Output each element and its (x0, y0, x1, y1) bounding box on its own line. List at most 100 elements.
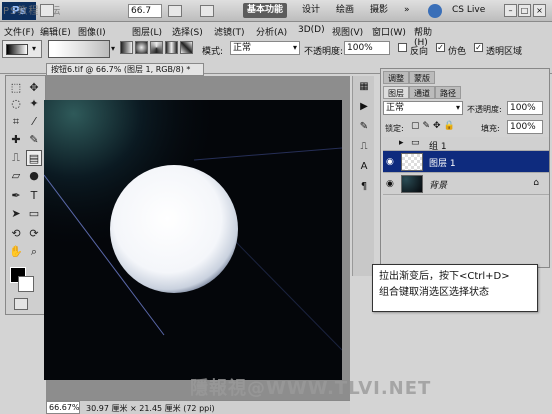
type-tool-icon[interactable]: T (26, 188, 42, 204)
cs-live-button[interactable]: CS Live (448, 3, 489, 18)
background-color-swatch[interactable] (18, 276, 34, 292)
canvas-artwork (44, 100, 342, 380)
workspace-design[interactable]: 设计 (298, 3, 324, 18)
expand-triangle-icon[interactable]: ▸ (399, 138, 404, 148)
document-tab[interactable]: 按钮6.tif @ 66.7% (图层 1, RGB/8) * (46, 63, 204, 76)
eye-icon[interactable] (386, 139, 396, 149)
healing-brush-tool-icon[interactable]: ✚ (8, 132, 24, 148)
zoom-tool-icon[interactable]: ⌕ (26, 244, 42, 260)
workspace-photography[interactable]: 摄影 (366, 3, 392, 18)
minimize-icon[interactable]: – (504, 4, 517, 17)
canvas[interactable] (44, 100, 342, 380)
paragraph-panel-icon[interactable]: ¶ (357, 180, 371, 194)
workspace-painting[interactable]: 绘画 (332, 3, 358, 18)
close-icon[interactable]: × (533, 4, 546, 17)
radial-gradient-icon[interactable] (135, 41, 148, 54)
arrange-documents-icon[interactable] (168, 5, 182, 17)
crop-tool-icon[interactable]: ⌗ (8, 114, 24, 130)
menu-image[interactable]: 图像(I) (78, 25, 106, 38)
pen-tool-icon[interactable]: ✒ (8, 188, 24, 204)
menu-select[interactable]: 选择(S) (172, 25, 203, 38)
brush-tool-icon[interactable]: ✎ (26, 132, 42, 148)
eraser-tool-icon[interactable]: ▱ (8, 168, 24, 184)
menu-window[interactable]: 窗口(W) (372, 25, 406, 38)
layers-list-empty-area (383, 197, 549, 267)
document-size-info: 30.97 厘米 × 21.45 厘米 (72 ppi) (86, 404, 215, 413)
rectangle-tool-icon[interactable]: ▭ (26, 206, 42, 222)
layer-row-background[interactable]: ◉ 背景 ⌂ (383, 173, 549, 195)
eyedropper-tool-icon[interactable]: ⁄ (26, 114, 42, 130)
collapsed-panel-dock: ▦ ▶ ✎ ⎍ A ¶ (352, 76, 374, 276)
3d-rotate-tool-icon[interactable]: ⟲ (8, 226, 24, 242)
transparency-checkbox[interactable]: ✓ (474, 43, 483, 52)
gradient-editor-preview[interactable] (48, 40, 110, 58)
cs-live-icon[interactable] (428, 4, 442, 18)
reflected-gradient-icon[interactable] (165, 41, 178, 54)
tab-layers[interactable]: 图层 (383, 86, 409, 99)
linear-gradient-icon[interactable] (120, 41, 133, 54)
zoom-level-field[interactable]: 66.7 (128, 4, 162, 18)
blend-mode-select[interactable]: 正常 ▾ (383, 101, 463, 115)
gradient-tool-icon[interactable]: ▤ (26, 150, 42, 166)
tab-paths[interactable]: 路径 (435, 86, 461, 99)
marquee-tool-icon[interactable]: ⬚ (8, 80, 24, 96)
dither-label: 仿色 (448, 47, 467, 57)
history-panel-icon[interactable]: ▦ (357, 80, 371, 94)
workspace-more-chevron-icon[interactable]: » (400, 3, 414, 18)
menu-analysis[interactable]: 分析(A) (256, 25, 287, 38)
move-tool-icon[interactable]: ✥ (26, 80, 42, 96)
3d-orbit-tool-icon[interactable]: ⟳ (26, 226, 42, 242)
tab-adjustments[interactable]: 调整 (383, 71, 409, 84)
lock-label: 锁定: (385, 124, 404, 133)
brushes-panel-icon[interactable]: ✎ (357, 120, 371, 134)
blur-tool-icon[interactable]: ● (26, 168, 42, 184)
clone-stamp-tool-icon[interactable]: ⎍ (8, 150, 24, 166)
blend-mode-value: 正常 (386, 103, 405, 113)
reverse-checkbox[interactable] (398, 43, 407, 52)
mode-select[interactable]: 正常 ▾ (230, 41, 300, 55)
tab-masks[interactable]: 蒙版 (409, 71, 435, 84)
quick-mask-icon[interactable] (14, 298, 28, 310)
layer-opacity-input[interactable]: 100% (507, 101, 543, 115)
gradient-tool-icon (6, 44, 28, 55)
callout-line-2: 组合键取消选区选择状态 (379, 287, 489, 298)
hand-tool-icon[interactable]: ✋ (8, 244, 24, 260)
lock-options-icons[interactable]: ▢✎✥🔒 (411, 121, 458, 131)
screen-mode-icon[interactable] (200, 5, 214, 17)
clone-source-panel-icon[interactable]: ⎍ (357, 140, 371, 154)
bridge-button[interactable] (40, 4, 54, 17)
eye-icon[interactable]: ◉ (386, 157, 396, 167)
callout-line-1: 拉出渐变后，按下<Ctrl+D> (379, 271, 510, 282)
gradient-picker-chevron-icon[interactable]: ▾ (111, 44, 115, 53)
maximize-icon[interactable]: □ (518, 4, 531, 17)
folder-icon: ▭ (411, 138, 420, 148)
menu-view[interactable]: 视图(V) (332, 25, 363, 38)
layer-name: 背景 (429, 181, 448, 191)
quick-select-tool-icon[interactable]: ✦ (26, 96, 42, 112)
actions-panel-icon[interactable]: ▶ (357, 100, 371, 114)
tab-channels[interactable]: 通道 (409, 86, 435, 99)
character-panel-icon[interactable]: A (357, 160, 371, 174)
menu-edit[interactable]: 编辑(E) (40, 25, 71, 38)
opacity-input[interactable]: 100% (344, 41, 390, 55)
menu-file[interactable]: 文件(F) (4, 25, 34, 38)
workspace-essentials[interactable]: 基本功能 (243, 3, 288, 18)
zoom-status-field[interactable]: 66.67% (46, 401, 80, 414)
menu-3d[interactable]: 3D(D) (298, 25, 325, 35)
fill-input[interactable]: 100% (507, 120, 543, 134)
eye-icon[interactable]: ◉ (386, 179, 396, 189)
opacity-label: 不透明度: (304, 47, 344, 57)
tool-preset-picker[interactable]: ▾ (2, 40, 42, 58)
diamond-gradient-icon[interactable] (180, 41, 193, 54)
path-selection-tool-icon[interactable]: ➤ (8, 206, 24, 222)
status-bar: 66.67% 30.97 厘米 × 21.45 厘米 (72 ppi) (46, 400, 350, 414)
dither-checkbox[interactable]: ✓ (436, 43, 445, 52)
layer-row-layer1[interactable]: ◉ 图层 1 (383, 151, 549, 173)
menu-layer[interactable]: 图层(L) (132, 25, 162, 38)
layer-row-group[interactable]: ▸ ▭ 组 1 (383, 137, 549, 152)
layer-thumbnail (401, 175, 423, 193)
lasso-tool-icon[interactable]: ◌ (8, 96, 24, 112)
menu-filter[interactable]: 滤镜(T) (214, 25, 245, 38)
mode-select-value: 正常 (233, 43, 252, 53)
angle-gradient-icon[interactable] (150, 41, 163, 54)
